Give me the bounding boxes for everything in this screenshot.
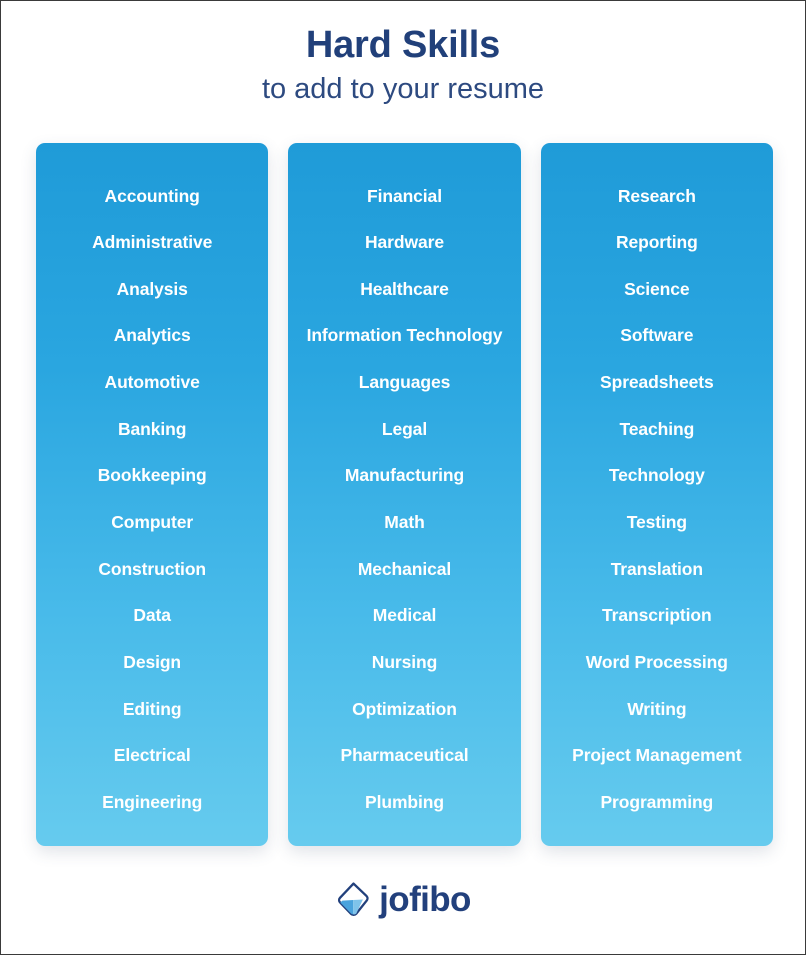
page-title: Hard Skills <box>305 24 501 66</box>
skill-columns: Accounting Administrative Analysis Analytic… <box>36 143 773 846</box>
skill-item: Math <box>384 512 425 533</box>
skill-item: Healthcare <box>360 278 449 299</box>
skill-item: Translation <box>610 558 703 579</box>
skill-item: Pharmaceutical <box>340 745 469 766</box>
header: Hard Skills to add to your resume <box>1 1 805 107</box>
skill-item: Manufacturing <box>344 465 465 486</box>
skill-item: Nursing <box>371 651 438 672</box>
footer-logo: jofibo <box>1 879 805 919</box>
logo-wordmark: jofibo <box>379 879 471 919</box>
skill-item: Editing <box>122 698 182 719</box>
skill-item: Legal <box>381 418 428 439</box>
skill-item: Science <box>624 278 690 299</box>
skill-item: Computer <box>111 512 194 533</box>
skill-item: Project Management <box>572 745 742 766</box>
skill-item: Accounting <box>104 185 200 206</box>
skill-item: Word Processing <box>585 651 728 672</box>
skill-item: Teaching <box>619 418 695 439</box>
skill-item: Plumbing <box>365 791 444 812</box>
skill-item: Spreadsheets <box>600 372 714 393</box>
skill-item: Automotive <box>104 372 200 393</box>
skill-column-1: Accounting Administrative Analysis Analytic… <box>36 143 269 846</box>
skill-item: Engineering <box>102 791 203 812</box>
jofibo-diamond-icon <box>337 881 370 917</box>
skill-item: Information Technology <box>306 325 503 346</box>
skill-item: Data <box>133 605 171 626</box>
skill-column-3: Research Reporting Science Software Spreadsh… <box>540 143 773 846</box>
skill-item: Financial <box>367 185 442 206</box>
skill-item: Design <box>123 651 182 672</box>
skill-item: Transcription <box>602 605 712 626</box>
skill-item: Banking <box>117 418 187 439</box>
skill-item: Testing <box>626 512 687 533</box>
infographic-page: Hard Skills to add to your resume Accoun… <box>0 0 806 955</box>
skill-item: Software <box>620 325 694 346</box>
skill-item: Programming <box>600 791 714 812</box>
skill-item: Medical <box>372 605 437 626</box>
skill-item: Research <box>617 185 696 206</box>
skill-item: Languages <box>358 372 451 393</box>
skill-item: Reporting <box>615 232 698 253</box>
skill-column-2: Financial Hardware Healthcare Information T… <box>288 143 521 846</box>
skill-item: Optimization <box>352 698 457 719</box>
skill-item: Electrical <box>113 745 191 766</box>
skill-item: Hardware <box>365 232 444 253</box>
skill-item: Administrative <box>92 232 213 253</box>
skill-item: Mechanical <box>357 558 452 579</box>
skill-item: Analytics <box>113 325 191 346</box>
skill-item: Writing <box>627 698 687 719</box>
skill-item: Technology <box>608 465 705 486</box>
page-subtitle: to add to your resume <box>261 72 545 105</box>
skill-item: Analysis <box>116 278 188 299</box>
skill-item: Bookkeeping <box>97 465 207 486</box>
skill-item: Construction <box>98 558 206 579</box>
